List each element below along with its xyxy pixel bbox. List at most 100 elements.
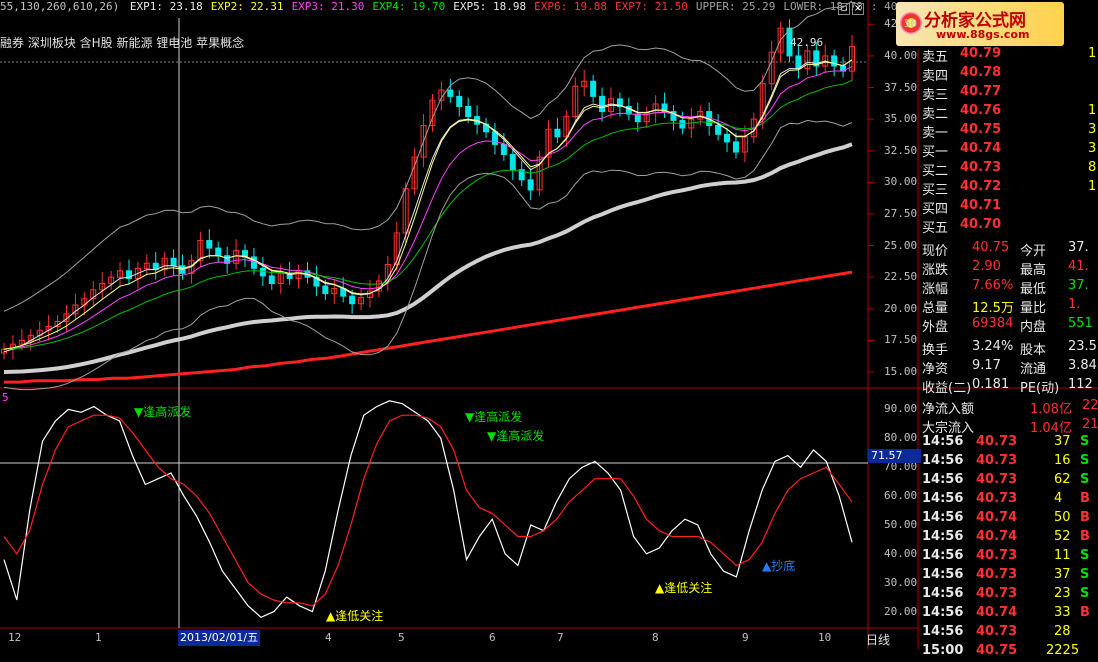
tick-price: 40.74 xyxy=(976,529,1018,544)
price-tick-label: 40.00 xyxy=(884,48,918,62)
flow-value: 1.08亿 xyxy=(1030,402,1072,417)
signal-label: ▲逢低关注 xyxy=(655,580,712,595)
candle-body xyxy=(590,80,597,97)
candle-body xyxy=(206,240,213,249)
stat-label: 最高 xyxy=(1020,263,1047,278)
stat-value: 0.181 xyxy=(972,377,1010,392)
osc-tick-label: 40.00 xyxy=(884,546,918,560)
ask-row: 卖二 40.76 1 xyxy=(920,103,1098,122)
bid-label: 买四 xyxy=(922,202,949,217)
signal-label: ▼逢高派发 xyxy=(465,409,522,424)
oscillator-slow-line xyxy=(3,414,853,607)
candle-body xyxy=(170,257,177,267)
signal-label: ▼逢高派发 xyxy=(487,428,544,443)
osc-tick-label: 50.00 xyxy=(884,517,918,531)
candle-body xyxy=(500,143,507,156)
period-tab-daily[interactable]: 日线 xyxy=(866,631,890,648)
tick-side: B xyxy=(1080,605,1090,620)
oscillator-layer xyxy=(3,400,853,619)
date-tick-label: 12 xyxy=(8,631,22,644)
stat-label: 量比 xyxy=(1020,301,1047,316)
stat-row: 外盘 69384 内盘 551 xyxy=(920,316,1098,335)
quote-panel: 卖五 40.79 1 卖四 40.78 卖三 40.77 卖二 40.76 1 卖一 40.75 3 买一… xyxy=(920,46,1098,658)
stat-value: 9.17 xyxy=(972,358,1001,373)
tick-row: 14:56 40.74 33 B xyxy=(920,605,1098,624)
stat-row: 涨跌 2.90 最高 41. xyxy=(920,259,1098,278)
exp7-white-line xyxy=(3,142,853,374)
bid-price: 40.70 xyxy=(960,217,1002,232)
tick-time: 14:56 xyxy=(922,567,964,582)
stat-value: 112 xyxy=(1068,377,1093,392)
price-tick-label: 20.00 xyxy=(884,301,918,315)
ask-volume: 3 xyxy=(1088,122,1097,137)
selected-date: 2013/02/01/五 xyxy=(178,630,261,646)
tick-row: 14:56 40.73 62 S xyxy=(920,472,1098,491)
bid-volume: 3 xyxy=(1088,141,1097,156)
flow-extra: 22 xyxy=(1082,398,1098,413)
tick-volume: 4 xyxy=(1054,491,1063,506)
stat-value: 3.84 xyxy=(1068,358,1097,373)
price-tick-label: 22.50 xyxy=(884,270,918,284)
candle-body xyxy=(831,55,838,67)
candle-body xyxy=(715,124,722,135)
chart-stage[interactable]: 55,130,260,610,26) EXP1: 23.18 EXP2: 22.3… xyxy=(0,0,1098,658)
osc-tick-label: 80.00 xyxy=(884,431,918,445)
candle-body xyxy=(509,154,516,171)
candle-body xyxy=(599,95,606,113)
stat-row: 收益(二) 0.181 PE(动) 112 xyxy=(920,377,1098,396)
stat-row: 现价 40.75 今开 37. xyxy=(920,240,1098,259)
stat-value: 41. xyxy=(1068,259,1089,274)
bid-label: 买二 xyxy=(922,164,949,179)
tick-row: 14:56 40.74 52 B xyxy=(920,529,1098,548)
candle-body xyxy=(349,295,356,305)
price-tick-label: 37.50 xyxy=(884,80,918,94)
tick-side: S xyxy=(1080,434,1090,449)
bid-row: 买二 40.73 8 xyxy=(920,160,1098,179)
stat-label: 收益(二) xyxy=(922,381,972,396)
stat-label: 内盘 xyxy=(1020,320,1047,335)
flow-label: 净流入额 xyxy=(922,402,975,417)
osc-tick-label: 60.00 xyxy=(884,489,918,503)
bid-volume: 8 xyxy=(1088,160,1097,175)
signal-label: ▼逢高派发 xyxy=(134,404,191,419)
tick-price: 40.73 xyxy=(976,491,1018,506)
stat-value: 37. xyxy=(1068,240,1089,255)
flow-row: 净流入额 1.08亿 22 xyxy=(920,398,1098,417)
signal-label: ▲抄底 xyxy=(762,558,795,573)
osc-tick-label: 30.00 xyxy=(884,575,918,589)
tick-side: B xyxy=(1080,510,1090,525)
stat-value: 1. xyxy=(1068,297,1081,312)
exp6-line xyxy=(4,270,853,384)
tick-price: 40.74 xyxy=(976,510,1018,525)
date-tick-label: 1 xyxy=(95,631,102,644)
signal-layer: ▼逢高派发 ▼逢高派发 ▼逢高派发 ▲逢低关注 ▲逢低关注 ▲抄底 xyxy=(134,404,795,623)
bid-volume: 1 xyxy=(1088,179,1097,194)
date-tick-label: 5 xyxy=(398,631,405,644)
stat-label: 今开 xyxy=(1020,244,1047,259)
candle-body xyxy=(465,106,472,118)
tick-price: 40.73 xyxy=(976,567,1018,582)
tick-price: 40.73 xyxy=(976,472,1018,487)
stat-label: 总量 xyxy=(922,301,949,316)
exp1-line xyxy=(3,59,853,353)
tick-row: 14:56 40.73 28 xyxy=(920,624,1098,643)
upper-band xyxy=(3,0,853,312)
exp3-line xyxy=(3,66,853,350)
stat-value: 12.5万 xyxy=(972,301,1014,316)
candle-body xyxy=(724,133,731,143)
tick-time: 14:56 xyxy=(922,529,964,544)
tick-row: 15:00 40.75 2225 xyxy=(920,643,1098,662)
tick-price: 40.75 xyxy=(976,643,1018,658)
tick-row: 14:56 40.73 23 S xyxy=(920,586,1098,605)
lower-band xyxy=(3,119,853,391)
tick-volume: 50 xyxy=(1054,510,1071,525)
ask-price: 40.79 xyxy=(960,46,1002,61)
price-layer xyxy=(1,0,874,391)
ask-row: 卖五 40.79 1 xyxy=(920,46,1098,65)
tick-side: B xyxy=(1080,491,1090,506)
date-tick-label: 4 xyxy=(325,631,332,644)
tick-volume: 11 xyxy=(1054,548,1071,563)
bid-price: 40.74 xyxy=(960,141,1002,156)
candle-body xyxy=(322,285,329,295)
stat-label: 净资 xyxy=(922,362,949,377)
